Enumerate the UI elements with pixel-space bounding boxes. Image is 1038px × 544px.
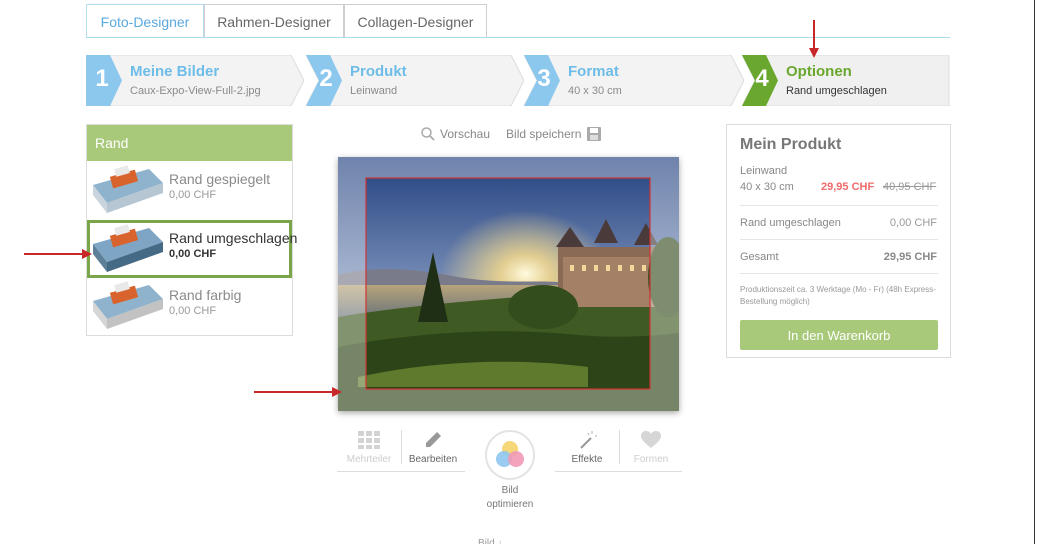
step-number: 1	[95, 65, 109, 92]
product-summary: Mein Produkt Leinwand 40 x 30 cm 29,95 C…	[726, 124, 951, 358]
rand-option-name: Rand farbig	[169, 287, 242, 303]
designer-tabs: Foto-Designer Rahmen-Designer Collagen-D…	[86, 4, 487, 38]
rand-option-farbig[interactable]: Rand farbig 0,00 CHF	[87, 277, 292, 335]
rand-option-gespiegelt[interactable]: Rand gespiegelt 0,00 CHF	[87, 161, 292, 219]
tool-effekte[interactable]: Effekte	[555, 428, 619, 470]
tab-collagen-designer[interactable]: Collagen-Designer	[344, 4, 487, 38]
step-subtitle: Rand umgeschlagen	[786, 85, 887, 97]
annotation-arrow-icon	[809, 20, 819, 58]
preview-button[interactable]: Vorschau	[420, 126, 490, 142]
tool-label: Formen	[633, 454, 669, 465]
tool-bearbeiten[interactable]: Bearbeiten	[401, 428, 465, 470]
rand-option-name: Rand gespiegelt	[169, 171, 271, 187]
rand-option-name: Rand umgeschlagen	[169, 230, 298, 246]
step-progress: 1 Meine Bilder Caux-Expo-View-Full-2.jpg…	[86, 55, 950, 106]
magic-wand-icon	[580, 431, 597, 449]
tool-formen[interactable]: Formen	[619, 428, 683, 470]
product-price-current: 29,95 CHF	[821, 181, 875, 193]
save-image-label: Bild speichern	[506, 127, 582, 141]
tool-label: Effekte	[571, 454, 603, 465]
tool-baseline	[555, 471, 682, 472]
rand-gespiegelt-thumbnail	[93, 165, 163, 213]
step-format[interactable]: 3 Format 40 x 30 cm	[524, 55, 744, 106]
optimize-image-label: Bild optimieren	[470, 484, 550, 512]
step-produkt[interactable]: 2 Produkt Leinwand	[306, 55, 524, 106]
rand-option-price: 0,00 CHF	[169, 305, 217, 317]
add-to-cart-button[interactable]: In den Warenkorb	[740, 320, 938, 350]
production-time-note: Produktionszeit ca. 3 Werktage (Mo - Fr)…	[740, 285, 936, 306]
annotation-arrow-icon	[254, 387, 342, 397]
step-number: 2	[319, 65, 333, 92]
image-tools: Mehrteiler Bearbeiten Bild optimieren Ef…	[337, 428, 682, 518]
rand-price: 0,00 CHF	[889, 217, 937, 229]
save-image-button[interactable]: Bild speichern	[506, 126, 602, 142]
total-label: Gesamt	[740, 251, 779, 263]
step-optionen[interactable]: 4 Optionen Rand umgeschlagen	[742, 55, 950, 106]
landscape-photo	[338, 157, 679, 411]
summary-divider	[740, 273, 938, 274]
tool-label: Bearbeiten	[408, 454, 458, 465]
grid-icon	[358, 431, 380, 449]
floppy-disk-icon	[587, 127, 602, 141]
step-title: Optionen	[786, 63, 852, 80]
rand-umgeschlagen-thumbnail	[93, 224, 163, 272]
step-title: Format	[568, 63, 619, 80]
product-type: Leinwand	[740, 165, 788, 177]
step-title: Meine Bilder	[130, 63, 220, 80]
annotation-arrow-icon	[24, 249, 92, 259]
step-number: 3	[537, 65, 551, 92]
step-subtitle: Leinwand	[350, 85, 398, 97]
step-shape	[306, 55, 524, 106]
rand-option-umgeschlagen[interactable]: Rand umgeschlagen 0,00 CHF	[87, 220, 297, 278]
rand-option-price: 0,00 CHF	[169, 189, 217, 201]
color-circles-icon	[496, 441, 524, 467]
canvas-preview[interactable]	[338, 157, 679, 411]
step-title: Produkt	[350, 63, 407, 80]
summary-divider	[740, 239, 938, 240]
heart-icon	[641, 431, 661, 448]
summary-divider	[740, 205, 938, 206]
rand-label: Rand umgeschlagen	[740, 217, 841, 229]
page-border	[1034, 0, 1035, 544]
tab-foto-designer[interactable]: Foto-Designer	[86, 4, 204, 38]
step-number: 4	[755, 65, 769, 92]
rand-panel-header: Rand	[87, 125, 292, 161]
magnifier-icon	[421, 127, 435, 141]
total-price: 29,95 CHF	[883, 251, 937, 263]
step-shape	[524, 55, 744, 106]
product-title: Mein Produkt	[740, 136, 842, 153]
pencil-icon	[426, 432, 441, 447]
product-price-old: 40,95 CHF	[883, 181, 937, 193]
tool-label: Mehrteiler	[346, 454, 392, 465]
tool-baseline	[337, 471, 465, 472]
step-meine-bilder[interactable]: 1 Meine Bilder Caux-Expo-View-Full-2.jpg	[86, 55, 304, 106]
step-subtitle: Caux-Expo-View-Full-2.jpg	[130, 85, 261, 97]
preview-label: Vorschau	[440, 127, 491, 141]
rand-options-panel: Rand Rand gespiegelt 0,00 CHF Rand umges…	[86, 124, 297, 336]
optimize-label-line2: optimieren	[486, 499, 534, 510]
optimize-label-line1: Bild	[501, 485, 519, 496]
tool-mehrteiler[interactable]: Mehrteiler	[337, 428, 401, 470]
rand-farbig-thumbnail	[93, 281, 163, 329]
step-subtitle: 40 x 30 cm	[568, 85, 622, 97]
preview-toolbar: Vorschau Bild speichern	[420, 126, 602, 142]
cut-off-text: Bild ↓	[478, 538, 503, 544]
rand-option-price: 0,00 CHF	[169, 248, 217, 260]
optimize-image-button[interactable]	[485, 430, 535, 480]
tab-rahmen-designer[interactable]: Rahmen-Designer	[204, 4, 344, 38]
product-size: 40 x 30 cm	[740, 181, 794, 193]
